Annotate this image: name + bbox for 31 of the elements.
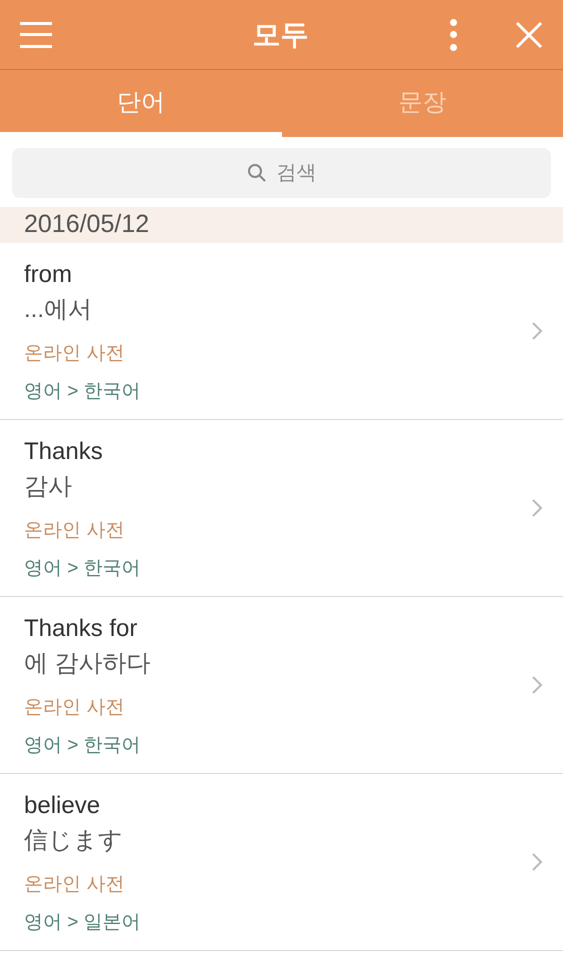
- entry-source: 온라인 사전: [24, 342, 126, 366]
- search-field[interactable]: 검색: [12, 148, 551, 198]
- entry-source: 온라인 사전: [24, 696, 126, 720]
- word-entry[interactable]: Thanks 감사 온라인 사전 영어 > 한국어: [0, 420, 563, 597]
- date-heading: 2016/05/12: [24, 209, 150, 240]
- entry-meaning: ...에서: [24, 295, 94, 325]
- entry-languages: 영어 > 일본어: [24, 911, 142, 935]
- chevron-right-icon: [531, 498, 543, 518]
- header-title: 모두: [252, 18, 308, 52]
- entry-languages: 영어 > 한국어: [24, 380, 142, 404]
- entry-word: Thanks for: [24, 614, 138, 644]
- more-icon[interactable]: [449, 18, 457, 50]
- entry-meaning: 信じます: [24, 826, 124, 856]
- word-entry[interactable]: believe 信じます 온라인 사전 영어 > 일본어: [0, 774, 563, 951]
- chevron-right-icon: [531, 852, 543, 872]
- chevron-right-icon: [531, 321, 543, 341]
- entry-meaning: 에 감사하다: [24, 649, 152, 679]
- search-icon: [247, 163, 267, 183]
- entry-word: from: [24, 260, 73, 290]
- entry-word: Thanks: [24, 437, 104, 467]
- entry-meaning: 감사: [24, 472, 73, 502]
- close-icon[interactable]: [515, 20, 543, 48]
- entry-languages: 영어 > 한국어: [24, 734, 142, 758]
- entry-languages: 영어 > 한국어: [24, 557, 142, 581]
- entry-source: 온라인 사전: [24, 519, 126, 543]
- word-entry[interactable]: Thanks for 에 감사하다 온라인 사전 영어 > 한국어: [0, 597, 563, 774]
- menu-icon[interactable]: [20, 22, 52, 48]
- entry-word: believe: [24, 791, 102, 821]
- chevron-right-icon: [531, 675, 543, 695]
- word-entry[interactable]: from ...에서 온라인 사전 영어 > 한국어: [0, 243, 563, 420]
- entry-source: 온라인 사전: [24, 873, 126, 897]
